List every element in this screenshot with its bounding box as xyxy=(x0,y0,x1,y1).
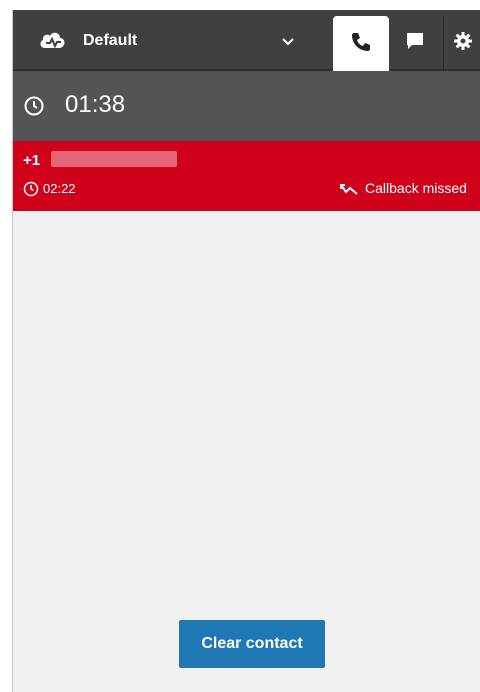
tab-phone[interactable] xyxy=(333,16,389,72)
gear-icon xyxy=(452,30,474,57)
missed-call-icon xyxy=(339,182,359,196)
tab-settings[interactable] xyxy=(443,16,480,71)
status-label: Default xyxy=(83,32,138,49)
timer-value: 01:38 xyxy=(65,91,126,118)
agent-status-dropdown[interactable]: Default xyxy=(13,10,323,71)
contact-status-text: Callback missed xyxy=(365,180,467,196)
clock-icon xyxy=(23,95,45,117)
contact-number-prefix: +1 xyxy=(23,152,41,169)
redacted-phone-number xyxy=(51,151,177,167)
contact-duration: 02:22 xyxy=(43,181,76,196)
chat-icon xyxy=(404,30,426,57)
chevron-down-icon xyxy=(281,34,295,46)
clock-icon xyxy=(23,181,39,197)
top-toolbar: Default xyxy=(13,10,480,72)
ccp-window: Default 01:38 +1 02:22 Callback missed C… xyxy=(12,10,480,692)
tab-chat[interactable] xyxy=(393,16,437,71)
timer-bar: 01:38 xyxy=(13,71,480,141)
clear-contact-button[interactable]: Clear contact xyxy=(179,620,325,668)
missed-contact-card: +1 02:22 Callback missed xyxy=(13,141,480,211)
cloud-icon xyxy=(37,28,69,52)
phone-icon xyxy=(349,30,373,59)
